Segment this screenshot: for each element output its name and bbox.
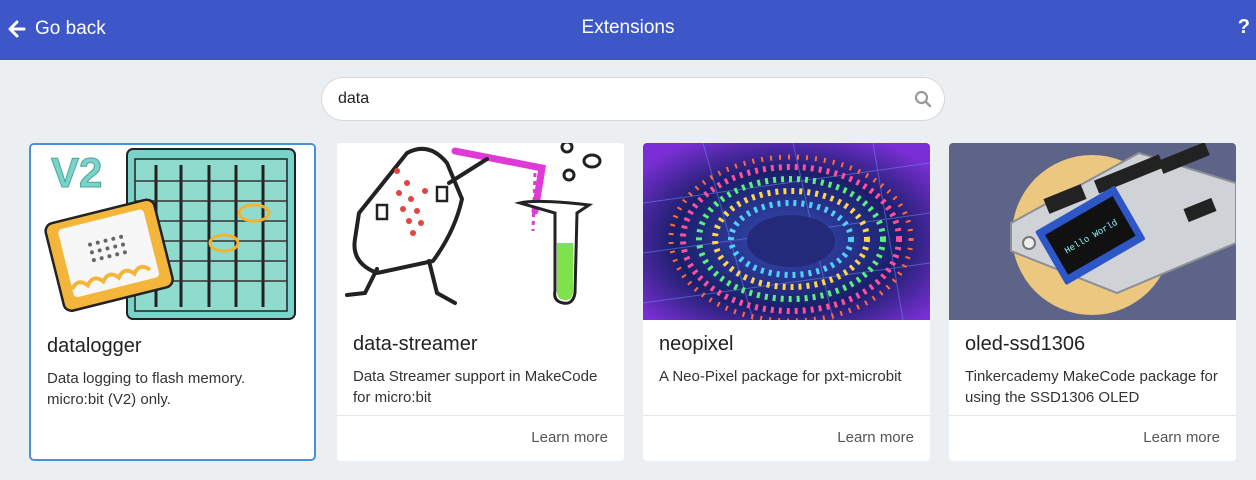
page-title: Extensions	[581, 17, 675, 38]
search-input[interactable]	[338, 78, 898, 120]
extension-card-neopixel[interactable]: neopixel A Neo-Pixel package for pxt-mic…	[643, 143, 930, 461]
data-streamer-image	[337, 143, 624, 320]
extension-card-data-streamer[interactable]: data-streamer Data Streamer support in M…	[337, 143, 624, 461]
top-bar: Go back Extensions ?	[0, 0, 1256, 60]
card-footer: Learn more	[949, 415, 1236, 461]
oled-image: Hello World	[949, 143, 1236, 320]
extension-card-datalogger[interactable]: V2 datalogger Data logging to flash memo…	[29, 143, 316, 461]
card-title: data-streamer	[353, 333, 478, 355]
search-box	[321, 77, 945, 121]
search-icon[interactable]	[914, 90, 932, 108]
learn-more-link[interactable]: Learn more	[837, 429, 914, 446]
learn-more-link[interactable]: Learn more	[1143, 429, 1220, 446]
card-footer: Learn more	[337, 415, 624, 461]
card-description: Data Streamer support in MakeCode for mi…	[353, 368, 598, 406]
neopixel-image	[643, 143, 930, 320]
help-button[interactable]: ?	[1238, 16, 1250, 39]
card-description: A Neo-Pixel package for pxt-microbit	[659, 368, 902, 385]
card-title: neopixel	[659, 333, 734, 355]
datalogger-image: V2	[31, 145, 314, 322]
v2-label: V2	[51, 149, 102, 196]
card-footer: Learn more	[643, 415, 930, 461]
card-title: oled-ssd1306	[965, 333, 1086, 355]
card-description: Tinkercademy MakeCode package for using …	[965, 368, 1218, 406]
card-title: datalogger	[47, 335, 142, 357]
learn-more-link[interactable]: Learn more	[531, 429, 608, 446]
extension-card-oled-ssd1306[interactable]: Hello World oled-ssd1306 Tinkercademy Ma…	[949, 143, 1236, 461]
card-description: Data logging to flash memory. micro:bit …	[47, 370, 246, 408]
